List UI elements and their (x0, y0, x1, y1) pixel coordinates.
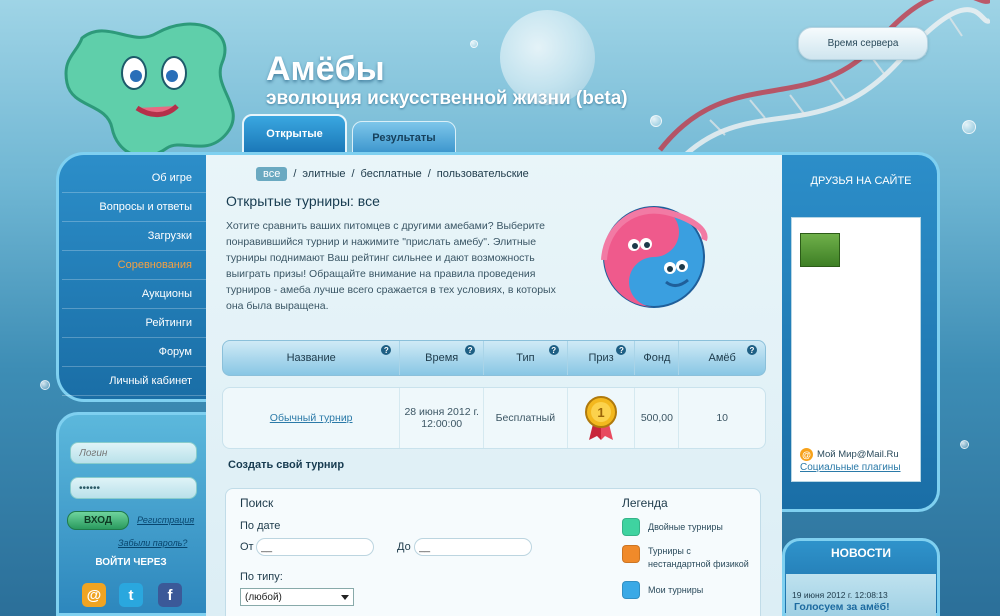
date-to-input[interactable] (414, 538, 532, 556)
filter-all[interactable]: все (256, 167, 288, 181)
tab-results[interactable]: Результаты (352, 121, 456, 155)
help-icon[interactable]: ? (747, 345, 757, 355)
login-via-label: ВОЙТИ ЧЕРЕЗ (95, 557, 167, 568)
friends-title: ДРУЗЬЯ НА САЙТЕ (810, 175, 912, 187)
legend-swatch (622, 545, 640, 563)
mailru-label: Мой Мир@Mail.Ru (817, 449, 899, 460)
filter-custom[interactable]: пользовательские (437, 168, 529, 180)
column-label: Время (425, 352, 459, 364)
sidebar-item-forum[interactable]: Форум (62, 338, 206, 367)
dna-decoration (658, 0, 990, 160)
tournament-link[interactable]: Обычный турнир (270, 412, 353, 424)
bubble (470, 40, 478, 48)
login-button[interactable]: ВХОД (67, 511, 129, 530)
sidebar-item-downloads[interactable]: Загрузки (62, 222, 206, 251)
site-title: Амёбы (266, 50, 385, 88)
cell-fund: 500,00 (635, 388, 680, 448)
amoeba-mascot-logo (64, 22, 235, 158)
cell-prize: 1 (568, 388, 636, 448)
filter-separator: / (427, 168, 431, 180)
type-select-value: (любой) (245, 591, 282, 603)
cell-time: 28 июня 2012 г. 12:00:00 (400, 388, 485, 448)
facebook-icon[interactable]: f (158, 583, 182, 607)
bubble (40, 380, 50, 390)
legend-item-double: Двойные турниры (622, 518, 723, 536)
column-header-time[interactable]: Время ? (400, 341, 485, 375)
mailru-icon[interactable]: @ (82, 583, 106, 607)
date-from-input[interactable] (256, 538, 374, 556)
sidebar-item-about[interactable]: Об игре (62, 164, 206, 193)
sidebar-menu: Об игре Вопросы и ответы Загрузки Соревн… (62, 164, 206, 396)
column-header-amoebas[interactable]: Амёб ? (679, 341, 765, 375)
bubble (960, 440, 969, 449)
mailru-icon: @ (800, 448, 813, 461)
to-label: До (397, 541, 411, 553)
help-icon[interactable]: ? (616, 345, 627, 355)
filter-free[interactable]: бесплатные (361, 168, 422, 180)
cell-type: Бесплатный (484, 388, 568, 448)
svg-text:1: 1 (597, 405, 604, 420)
by-type-label: По типу: (240, 571, 283, 583)
column-header-prize[interactable]: Приз ? (568, 341, 636, 375)
column-label: Фонд (643, 352, 671, 364)
legend-label: Мои турниры (648, 585, 704, 595)
type-select[interactable]: (любой) (240, 588, 354, 606)
cell-name: Обычный турнир (223, 388, 401, 448)
filter-separator: / (351, 168, 355, 180)
by-date-label: По дате (240, 520, 281, 532)
friend-banner-thumbnail[interactable] (800, 233, 840, 267)
tab-open[interactable]: Открытые (242, 114, 347, 154)
login-input[interactable] (70, 442, 197, 464)
sidebar-item-account[interactable]: Личный кабинет (62, 367, 206, 396)
filter-elite[interactable]: элитные (302, 168, 345, 180)
legend-swatch (622, 518, 640, 536)
chevron-down-icon (341, 595, 349, 600)
sidebar-item-ratings[interactable]: Рейтинги (62, 309, 206, 338)
bubble (962, 120, 976, 134)
legend-label: Двойные турниры (648, 522, 723, 532)
column-label: Приз (588, 352, 614, 364)
create-tournament-link[interactable]: Создать свой турнир (228, 459, 344, 471)
intro-text: Хотите сравнить ваших питомцев с другими… (226, 220, 556, 312)
mailru-attribution[interactable]: @ Мой Мир@Mail.Ru (800, 448, 899, 461)
column-label: Амёб (708, 352, 736, 364)
help-icon[interactable]: ? (548, 345, 559, 355)
table-row: Обычный турнир 28 июня 2012 г. 12:00:00 … (222, 387, 766, 449)
column-header-name[interactable]: Название ? (223, 341, 401, 375)
twitter-icon[interactable]: t (119, 583, 143, 607)
from-label: От (240, 541, 254, 553)
register-link[interactable]: Регистрация (137, 515, 194, 525)
legend-item-mine: Мои турниры (622, 581, 703, 599)
sidebar-item-faq[interactable]: Вопросы и ответы (62, 193, 206, 222)
yin-yang-amoeba-illustration (601, 206, 708, 308)
legend-label: Турниры с нестандартной физикой (648, 546, 749, 569)
sidebar-item-auctions[interactable]: Аукционы (62, 280, 206, 309)
cell-amoebas: 10 (716, 412, 728, 424)
column-label: Тип (516, 352, 535, 364)
bubble (650, 115, 662, 127)
legend-swatch (622, 581, 640, 599)
help-icon[interactable]: ? (381, 345, 392, 355)
tournament-table-header: Название ? Время ? Тип ? Приз ? Фонд Амё… (222, 340, 766, 376)
filter-separator: / (293, 168, 297, 180)
page-title: Открытые турниры: все (226, 193, 380, 209)
column-header-fund[interactable]: Фонд (635, 341, 680, 375)
legend-item-physics: Турниры с нестандартной физикой (622, 545, 752, 571)
tournament-filters: все / элитные / бесплатные / пользовател… (256, 167, 529, 181)
social-plugins-link[interactable]: Социальные плагины (800, 462, 901, 473)
forgot-password-link[interactable]: Забыли пароль? (118, 538, 187, 548)
sidebar-item-competitions[interactable]: Соревнования (62, 251, 206, 280)
gold-medal-icon: 1 (585, 396, 618, 440)
search-title: Поиск (240, 496, 274, 510)
site-subtitle: эволюция искусственной жизни (beta) (266, 88, 628, 109)
password-field[interactable] (70, 477, 197, 499)
column-label: Название (286, 352, 336, 364)
news-headline-link[interactable]: Голосуем за амёб! (794, 601, 890, 613)
news-date: 19 июня 2012 г. 12:08:13 (792, 590, 888, 600)
column-header-type[interactable]: Тип ? (484, 341, 568, 375)
help-icon[interactable]: ? (465, 345, 476, 355)
news-title: НОВОСТИ (830, 546, 892, 560)
server-time-widget: Время сервера (798, 27, 928, 60)
legend-title: Легенда (622, 496, 668, 510)
